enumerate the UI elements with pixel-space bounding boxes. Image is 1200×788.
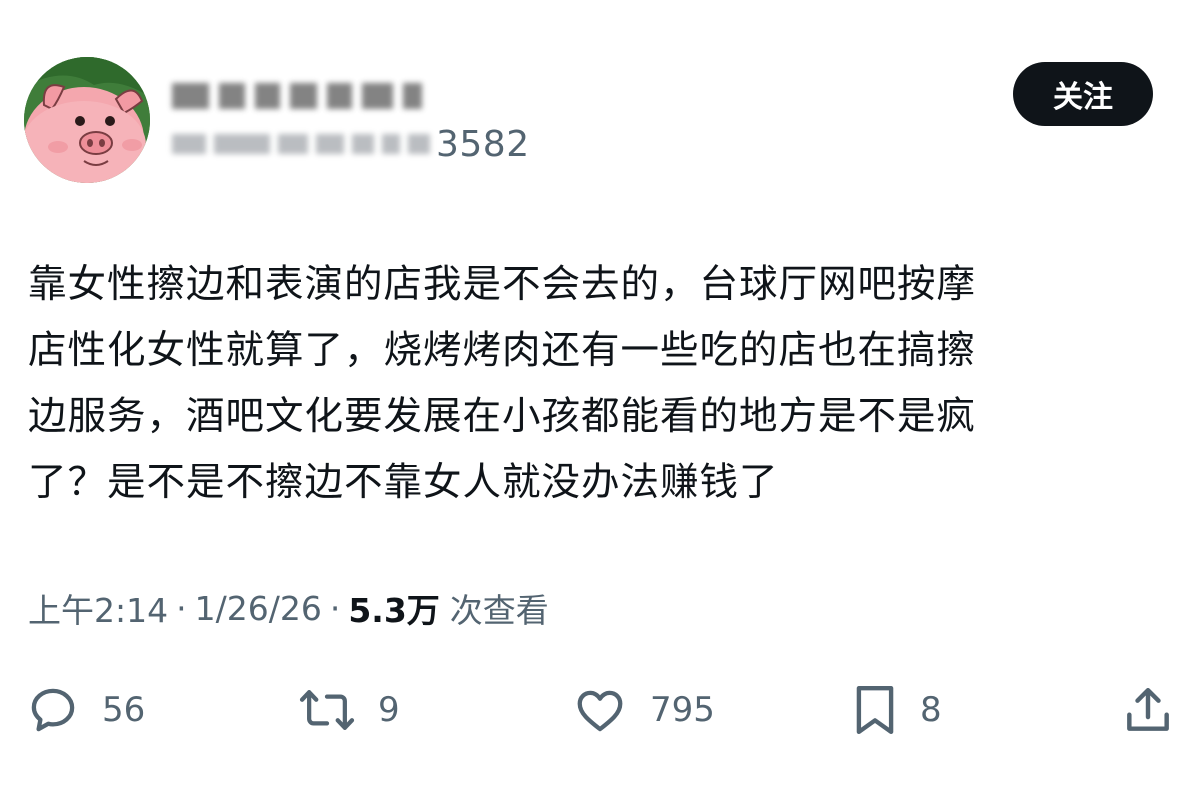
display-name-redacted[interactable] (172, 76, 422, 116)
avatar[interactable] (24, 57, 150, 183)
repost-count: 9 (378, 690, 400, 730)
tweet-date[interactable]: 1/26/26 (195, 589, 322, 628)
tweet-text-line: 店性化女性就算了，烧烤烤肉还有一些吃的店也在搞擦 (28, 328, 977, 373)
handle-visible-suffix: 3582 (436, 123, 530, 165)
handle-redacted (172, 134, 430, 154)
repost-button[interactable]: 9 (298, 670, 400, 750)
share-button[interactable] (1120, 670, 1176, 750)
bookmark-icon (856, 685, 894, 735)
reply-count: 56 (102, 690, 146, 730)
like-icon (577, 690, 623, 732)
like-button[interactable]: 795 (572, 670, 715, 750)
bookmark-button[interactable]: 8 (852, 670, 942, 750)
tweet-actions-bar: 56 9 795 8 (0, 670, 1200, 750)
tweet-metadata: 上午2:14 · 1/26/26 · 5.3万 次查看 (28, 584, 549, 632)
pig-avatar-image (24, 57, 150, 183)
tweet-time[interactable]: 上午2:14 (28, 584, 168, 632)
reply-button[interactable]: 56 (26, 670, 145, 750)
tweet-text-line: 了？是不是不擦边不靠女人就没办法赚钱了 (28, 460, 779, 505)
tweet-header: 3582 关注 (0, 0, 1200, 200)
share-icon (1127, 687, 1169, 731)
tweet-text-line: 靠女性擦边和表演的店我是不会去的，台球厅网吧按摩 (28, 262, 977, 307)
separator-dot: · (329, 588, 341, 628)
like-count: 795 (650, 690, 715, 730)
views-label: 次查看 (449, 591, 549, 630)
tweet-text: 靠女性擦边和表演的店我是不会去的，台球厅网吧按摩 店性化女性就算了，烧烤烤肉还有… (28, 252, 1178, 516)
tweet-text-line: 边服务，酒吧文化要发展在小孩都能看的地方是不是疯 (28, 394, 977, 439)
username-handle[interactable]: 3582 (172, 122, 530, 166)
follow-button[interactable]: 关注 (1013, 62, 1153, 126)
separator-dot: · (176, 588, 187, 628)
reply-icon (31, 688, 75, 732)
repost-icon (299, 690, 355, 730)
bookmark-count: 8 (920, 690, 942, 730)
views-count: 5.3万 (348, 591, 440, 630)
